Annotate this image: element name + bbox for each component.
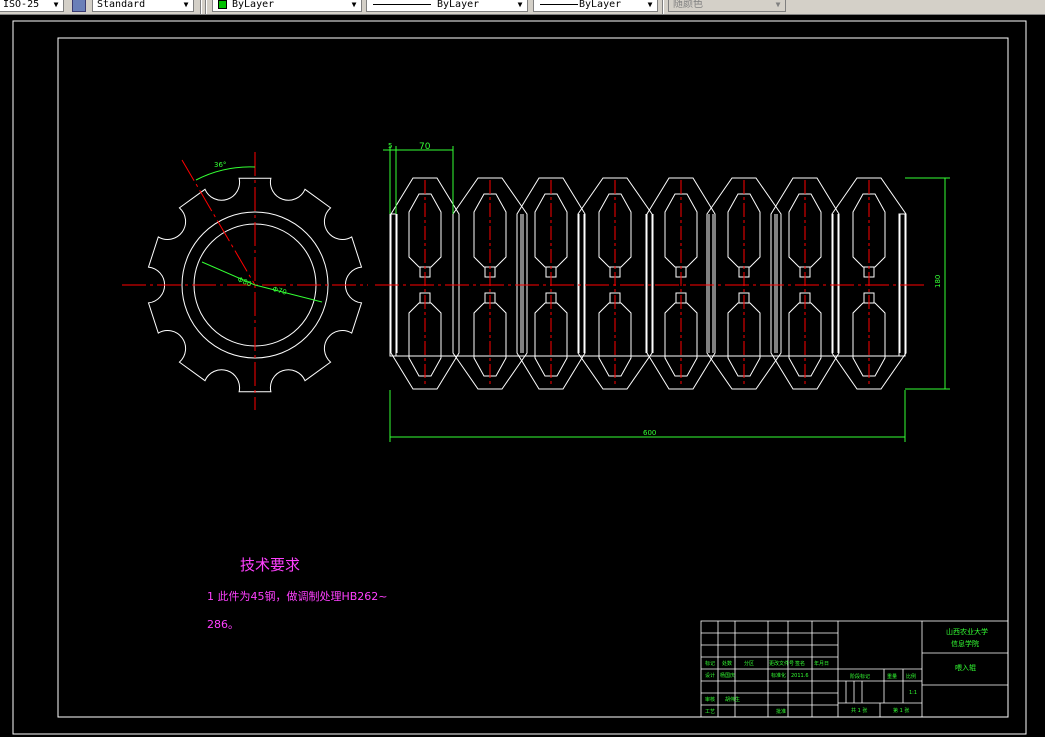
plotstyle-combo[interactable]: 随颜色 ▼ [668,0,786,12]
tb-review-label: 审核 [705,696,715,703]
tb-sheets-total: 共 1 张 [851,707,867,714]
linetype-value: ByLayer [437,0,480,10]
color-swatch [218,0,227,9]
title-block-text: 标记 处数 分区 更改文件号 签名 年月日 设计 杨国庆 标准化 2011.6 … [705,627,988,715]
tb-stage-label: 阶段标记 [850,673,870,680]
pitch-small-label: 5 [388,142,392,150]
roller-disks [389,177,907,390]
tb-sheet-no: 第 1 张 [893,707,909,714]
tb-standardize-label: 标准化 [771,672,786,679]
sheet-border [12,20,1027,735]
chevron-down-icon[interactable]: ▼ [773,0,783,11]
tb-mark-label: 标记 [705,660,715,667]
color-value: ByLayer [232,0,275,10]
chevron-down-icon[interactable]: ▼ [349,0,359,11]
lineweight-value: ByLayer [579,0,622,10]
toolbar-separator [205,0,207,14]
tb-zone-label: 分区 [744,660,754,667]
tb-change-doc-label: 更改文件号 [769,660,794,667]
tb-weight-label: 重量 [887,673,897,680]
color-combo[interactable]: ByLayer ▼ [212,0,362,12]
dimstyle-combo[interactable]: ISO-25 ▼ [0,0,64,12]
linetype-sample [373,4,431,5]
chevron-down-icon[interactable]: ▼ [51,0,61,11]
tech-req-title: 技术要求 [240,556,300,574]
chevron-down-icon[interactable]: ▼ [515,0,525,11]
chevron-down-icon[interactable]: ▼ [645,0,655,11]
roller-end-view[interactable]: 36° Φ80 Φ70 [122,152,368,410]
textstyle-combo[interactable]: Standard ▼ [92,0,194,12]
tb-date-col-label: 年月日 [814,660,829,667]
toolbar-separator [662,0,664,14]
roller-side-view[interactable]: 5 70 180 600 [375,142,950,442]
tb-date: 2011.6 [791,673,809,679]
tb-process-label: 工艺 [705,709,715,715]
height-dim-label: 180 [934,275,942,288]
dimstyle-value: ISO-25 [3,0,40,10]
tb-sign-label: 签名 [795,660,805,667]
dimstyle-icon[interactable] [72,0,86,12]
tb-approve-label: 批准 [776,708,786,715]
tech-req-line1: 1 此件为45钢，做调制处理HB262~ [207,589,388,603]
tb-school-line2: 信息学院 [951,639,979,648]
outer-dia-label: Φ70 [271,285,287,296]
plotstyle-value: 随颜色 [673,0,703,10]
toolbar-separator [200,0,202,14]
tb-designer: 杨国庆 [720,672,735,679]
pitch-label: 70 [419,142,431,152]
drawing-canvas[interactable]: 36° Φ80 Φ70 5 70 180 600 技术要求 1 此件为45钢，做… [0,15,1045,737]
tb-scale-label: 比例 [906,673,916,680]
angle-dim-label: 36° [214,161,226,169]
length-dim-label: 600 [643,429,656,437]
tb-count-label: 处数 [722,660,732,667]
linetype-combo[interactable]: ByLayer ▼ [366,0,528,12]
properties-toolbar: ISO-25 ▼ Standard ▼ ByLayer ▼ ByLayer ▼ … [0,0,1045,15]
lineweight-sample [540,4,578,5]
tb-scale: 1:1 [909,690,917,696]
tb-school-line1: 山西农业大学 [946,627,988,636]
tb-design-label: 设计 [705,672,715,679]
tb-part-name: 喂入辊 [955,663,976,672]
outer-dia-leader [254,284,323,303]
textstyle-value: Standard [97,0,146,10]
tech-req-line2: 286。 [207,618,239,631]
angled-centerline [181,159,256,286]
tb-reviewer: 胡伟生 [725,696,740,703]
technical-requirements[interactable]: 技术要求 1 此件为45钢，做调制处理HB262~ 286。 [207,556,388,631]
chevron-down-icon[interactable]: ▼ [181,0,191,11]
lineweight-combo[interactable]: ByLayer ▼ [533,0,658,12]
